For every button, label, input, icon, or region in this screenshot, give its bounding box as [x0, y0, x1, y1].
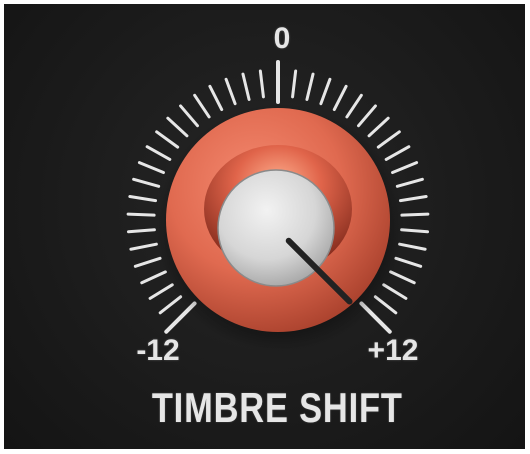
scale-tick	[400, 228, 430, 234]
scale-tick	[132, 177, 161, 188]
scale-center-label: 0	[273, 22, 291, 55]
scale-tick	[291, 69, 298, 99]
scale-tick	[395, 177, 424, 188]
scale-tick	[391, 161, 419, 175]
scale-tick	[332, 84, 348, 112]
scale-tick	[179, 104, 199, 128]
scale-tick	[357, 104, 377, 128]
scale-tick	[155, 130, 180, 149]
scale-tick	[145, 145, 172, 161]
timbre-shift-knob-dial	[126, 60, 430, 352]
scale-tick	[133, 256, 162, 268]
scale-tick	[319, 77, 332, 106]
scale-tick	[400, 212, 430, 217]
scale-tick	[224, 77, 237, 106]
scale-tick	[158, 295, 183, 315]
scale-tick	[376, 130, 401, 149]
scale-tick	[126, 228, 156, 234]
scale-tick	[241, 72, 251, 101]
scale-tick	[398, 195, 428, 203]
scale-tick	[129, 242, 158, 251]
scale-tick	[126, 212, 156, 217]
scale-tick	[367, 116, 390, 138]
scale-tick	[384, 145, 411, 161]
scale-max-label: +12	[367, 334, 419, 367]
scale-tick	[140, 270, 167, 285]
scale-tick	[166, 116, 189, 138]
scale-tick	[137, 161, 165, 175]
knob-title: TIMBRE SHIFT	[151, 384, 403, 431]
scale-tick	[398, 242, 427, 251]
scale-min-label: -12	[136, 334, 180, 367]
plugin-panel: 0 -12 +12 TIMBRE SHIFT	[4, 4, 525, 449]
scale-tick	[345, 93, 363, 119]
scale-tick	[148, 283, 174, 300]
scale-tick	[208, 84, 224, 112]
scale-tick	[258, 69, 265, 99]
scale-tick	[128, 195, 158, 203]
scale-tick	[193, 93, 211, 119]
scale-tick	[305, 72, 315, 101]
